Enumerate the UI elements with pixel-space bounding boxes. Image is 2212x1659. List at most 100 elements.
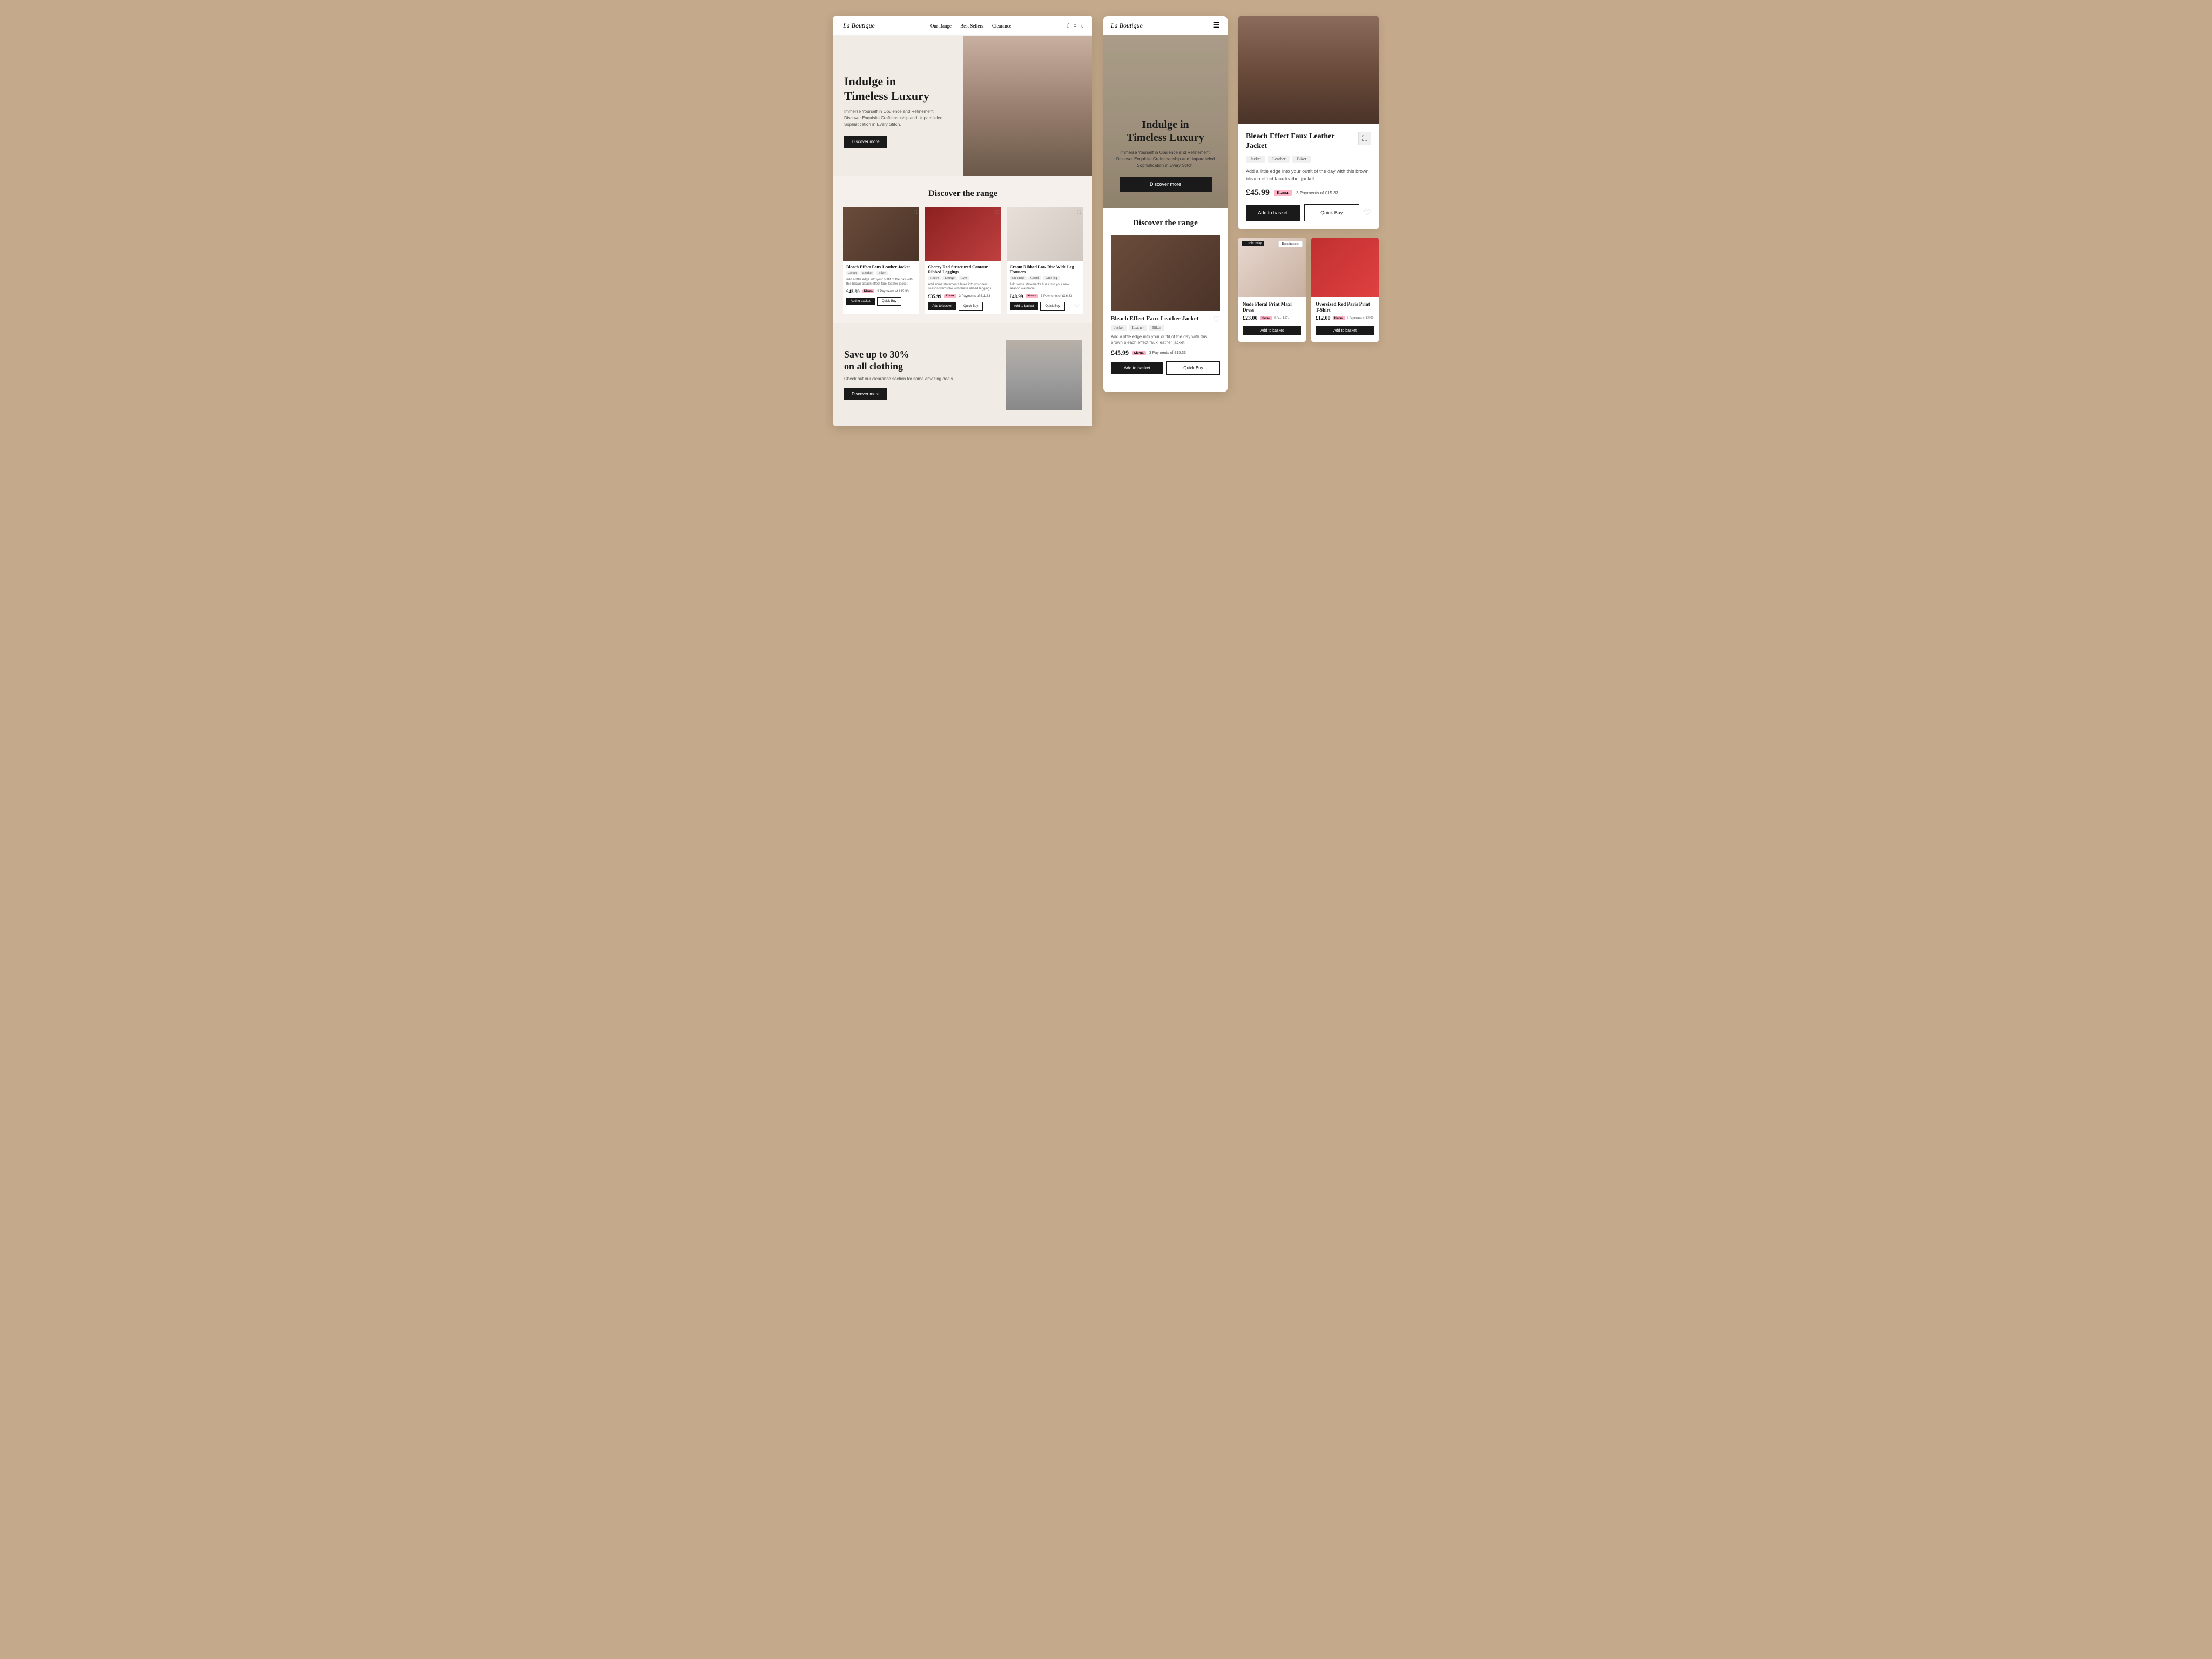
product-detail-actions: Add to basket Quick Buy ♡ [1246, 204, 1371, 221]
mini-klarna-floral: Klarna. [1260, 316, 1272, 320]
mobile-hero-cta[interactable]: Discover more [1120, 177, 1212, 192]
clearance-text: Save up to 30% on all clothing Check out… [844, 349, 995, 400]
desktop-product-card-3: ⛶ Cream Ribbed Low Rise Wide Leg Trouser… [1007, 207, 1083, 314]
desktop-product-price-2: £35.99 Klarna. 3 Payments of £11.33 [928, 294, 997, 299]
expand-icon-2[interactable]: ⛶ [995, 210, 999, 215]
desktop-hero-text: Indulge in Timeless Luxury Immerse Yours… [833, 36, 963, 176]
nav-link-clearance[interactable]: Clearance [992, 23, 1011, 29]
klarna-text-1: 3 Payments of £15.33 [877, 290, 908, 293]
mobile-hero: Indulge in Timeless Luxury Immerse Yours… [1103, 35, 1228, 208]
nav-link-range[interactable]: Our Range [930, 23, 952, 29]
facebook-icon[interactable]: f [1067, 23, 1069, 29]
desktop-product-img-3: ⛶ [1007, 207, 1083, 261]
mini-klarna-paris: Klarna. [1333, 316, 1345, 320]
mini-card-floral: 10 sold today Nude Floral Print Maxi Dre… [1238, 238, 1306, 342]
klarna-text-3: 3 Payments of £16.33 [1041, 295, 1072, 298]
desktop-price-2: £35.99 [928, 294, 941, 299]
mobile-price-row-1: £45.99 Klarna. 3 Payments of £15.33 [1111, 349, 1220, 357]
product-detail-desc: Add a little edge into your outfit of th… [1246, 168, 1371, 183]
mobile-range-section: Discover the range Bleach Effect Faux Le… [1103, 208, 1228, 392]
expand-product-btn[interactable]: ⛶ [1358, 132, 1371, 145]
desktop-range-heading: Discover the range [843, 189, 1083, 199]
desktop-product-tags-1: Jacket Leather Biker [846, 271, 916, 275]
mobile-mockup: La Boutique ☰ Indulge in Timeless Luxury… [1103, 16, 1228, 392]
product-detail-image [1238, 16, 1379, 124]
mobile-logo[interactable]: La Boutique [1111, 22, 1143, 30]
detail-tags: Jacket Leather Biker [1246, 156, 1371, 163]
tag-gym: Gym [959, 276, 969, 280]
expand-icon-1[interactable]: ⛶ [914, 210, 917, 215]
mini-card-paris-title: Oversized Red Paris Print T-Shirt [1316, 301, 1374, 313]
quick-buy-btn-1[interactable]: Quick Buy [877, 297, 901, 306]
mobile-add-basket-btn-1[interactable]: Add to basket [1111, 362, 1163, 374]
quick-buy-btn-2[interactable]: Quick Buy [959, 302, 983, 311]
desktop-product-card-1: ⛶ Bleach Effect Faux Leather Jacket Jack… [843, 207, 919, 314]
wishlist-detail-icon[interactable]: ♡ [1364, 207, 1371, 218]
mobile-actions-1: Add to basket Quick Buy [1111, 361, 1220, 375]
klarna-badge-2: Klarna. [944, 294, 956, 298]
tag-active: Active [928, 276, 941, 280]
add-to-basket-btn-1[interactable]: Add to basket [846, 298, 875, 305]
desktop-product-info-1: Bleach Effect Faux Leather Jacket Jacket… [843, 261, 919, 309]
desktop-product-desc-1: Add a little edge into your outfit of th… [846, 278, 916, 287]
mini-card-paris: Oversized Red Paris Print T-Shirt £12.00… [1311, 238, 1379, 342]
clearance-model-image [1006, 340, 1082, 410]
desktop-product-actions-3: Add to basket Quick Buy ♡ [1010, 302, 1080, 311]
desktop-clearance-section: Save up to 30% on all clothing Check out… [833, 323, 1092, 426]
mini-price-paris: £12.00 [1316, 315, 1331, 321]
instagram-icon[interactable]: ○ [1073, 23, 1077, 29]
add-to-basket-btn-3[interactable]: Add to basket [1010, 302, 1038, 310]
wishlist-icon-3[interactable]: ♡ [1075, 303, 1080, 309]
tag-lounge: Lounge [942, 276, 956, 280]
mobile-wishlist-icon-1[interactable]: ♡ [1213, 315, 1220, 325]
desktop-product-price-1: £45.99 Klarna. 3 Payments of £15.33 [846, 289, 916, 294]
mobile-product-tags-1: Jacket Leather Biker [1111, 325, 1220, 331]
mobile-range-heading: Discover the range [1111, 219, 1220, 228]
mini-price-row-floral: £23.00 Klarna. 3 Pa... £17... [1243, 315, 1301, 321]
quick-buy-btn-3[interactable]: Quick Buy [1040, 302, 1064, 311]
add-to-basket-detail-btn[interactable]: Add to basket [1246, 205, 1300, 221]
quick-buy-detail-btn[interactable]: Quick Buy [1304, 204, 1359, 221]
tag-wideleg: Wide-leg [1043, 276, 1059, 280]
mobile-tag-leather: Leather [1129, 325, 1147, 331]
right-panel: Bleach Effect Faux Leather Jacket ⛶ Jack… [1238, 16, 1379, 342]
desktop-nav-links: Our Range Best Sellers Clearance [930, 23, 1011, 29]
desktop-nav-social: f ○ t [1067, 23, 1083, 29]
clearance-subtitle: Check out our clearance section for some… [844, 376, 995, 381]
mini-price-floral: £23.00 [1243, 315, 1258, 321]
nav-link-bestsellers[interactable]: Best Sellers [960, 23, 983, 29]
expand-icon-3[interactable]: ⛶ [1077, 210, 1081, 215]
detail-tag-biker: Biker [1292, 156, 1311, 163]
desktop-hero-model [963, 36, 1092, 176]
clearance-cta[interactable]: Discover more [844, 388, 887, 400]
desktop-range-section: Discover the range ⛶ Bleach Effect Faux … [833, 176, 1092, 323]
desktop-product-actions-2: Add to basket Quick Buy [928, 302, 997, 311]
back-in-stock-badge: Back in stock [1278, 241, 1303, 247]
clearance-title: Save up to 30% on all clothing [844, 349, 995, 372]
mobile-quick-buy-btn-1[interactable]: Quick Buy [1166, 361, 1220, 375]
add-to-basket-btn-2[interactable]: Add to basket [928, 302, 956, 310]
product-detail-body: Bleach Effect Faux Leather Jacket ⛶ Jack… [1238, 124, 1379, 229]
mobile-klarna-text-1: 3 Payments of £15.33 [1149, 351, 1186, 355]
hamburger-menu-icon[interactable]: ☰ [1213, 22, 1220, 30]
sold-today-badge: 10 sold today [1242, 241, 1264, 246]
mobile-hero-title: Indulge in Timeless Luxury [1114, 118, 1217, 144]
desktop-product-card-2: ⛶ Cherry Red Structured Contour Ribbed L… [925, 207, 1001, 314]
desktop-product-desc-3: Add some statements hues into your new s… [1010, 282, 1080, 292]
desktop-hero-subtitle: Immerse Yourself in Opulence and Refinem… [844, 109, 952, 128]
mobile-tag-biker: Biker [1149, 325, 1164, 331]
desktop-logo[interactable]: La Boutique [843, 22, 875, 30]
tag-ontrend: On-Trend [1010, 276, 1027, 280]
desktop-price-3: £48.99 [1010, 294, 1023, 299]
mobile-tag-jacket: Jacket [1111, 325, 1127, 331]
desktop-product-info-2: Cherry Red Structured Contour Ribbed Leg… [925, 261, 1001, 314]
mobile-klarna-badge-1: Klarna. [1132, 351, 1146, 355]
mini-add-basket-floral[interactable]: Add to basket [1243, 326, 1301, 335]
desktop-hero-cta[interactable]: Discover more [844, 136, 887, 148]
desktop-product-price-3: £48.99 Klarna. 3 Payments of £16.33 [1010, 294, 1080, 299]
desktop-product-desc-2: Add some statements hues into your new s… [928, 282, 997, 292]
mobile-product-info-1: Bleach Effect Faux Leather Jacket ♡ Jack… [1111, 311, 1220, 379]
twitter-icon[interactable]: t [1081, 23, 1083, 29]
mini-add-basket-paris[interactable]: Add to basket [1316, 326, 1374, 335]
klarna-logo-detail: Klarna. [1274, 190, 1292, 196]
